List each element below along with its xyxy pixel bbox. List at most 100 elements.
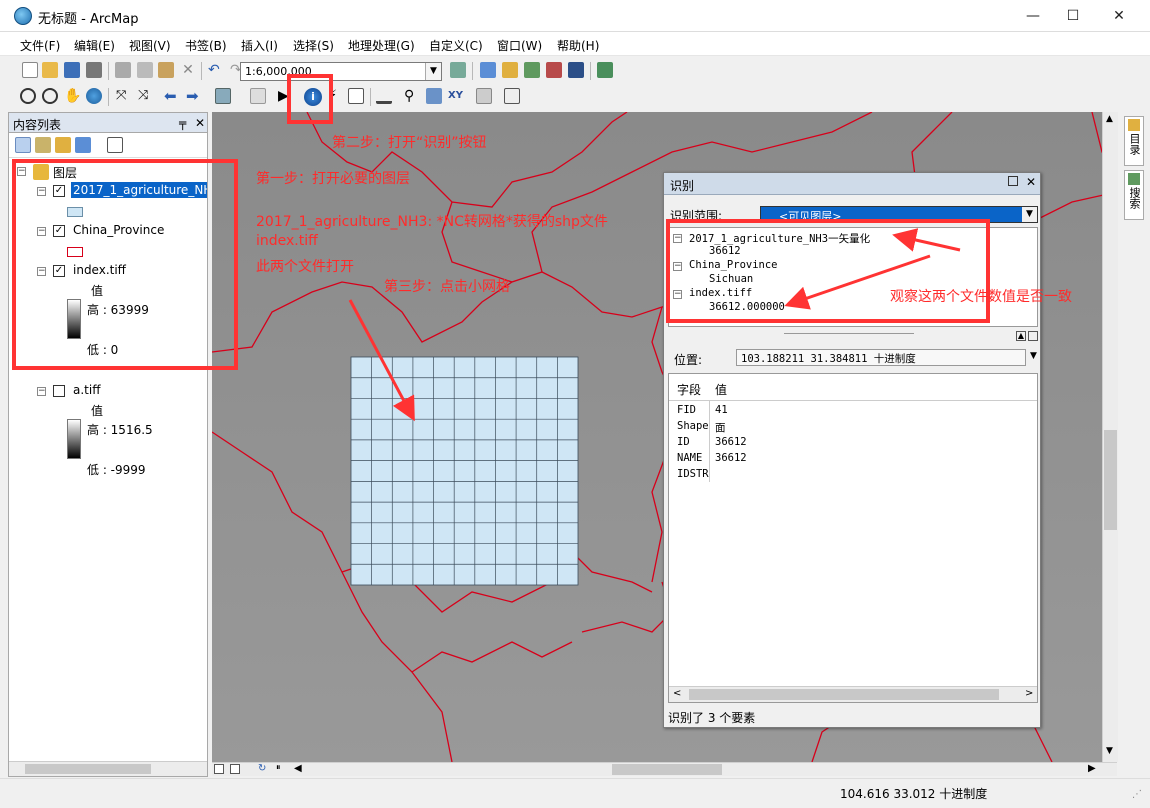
python-window-icon[interactable] [568, 62, 584, 78]
map-horizontal-scrollbar[interactable]: ↻ ⏸ ◀ ▶ [212, 762, 1117, 776]
html-popup-icon[interactable] [348, 88, 364, 104]
copy-icon[interactable] [137, 62, 153, 78]
cut-icon[interactable] [115, 62, 131, 78]
modelbuilder-icon[interactable] [597, 62, 613, 78]
resize-grip-icon[interactable]: ⋰ [1132, 789, 1142, 800]
back-arrow-icon[interactable]: ⬅ [164, 88, 180, 104]
scroll-up-icon[interactable]: ▲ [1106, 114, 1113, 124]
table-row-value[interactable]: 36612 [715, 436, 747, 448]
expand-icon[interactable]: ▲ [1016, 331, 1026, 341]
fixed-zoom-out-icon[interactable]: ⤨ [138, 88, 154, 104]
scroll-left-icon[interactable]: ◀ [294, 763, 302, 774]
scrollbar-thumb[interactable] [689, 689, 999, 700]
menu-view[interactable]: 视图(V) [129, 37, 171, 54]
splitter-handle[interactable] [784, 333, 914, 335]
menu-insert[interactable]: 插入(I) [241, 37, 278, 54]
scroll-right-icon[interactable]: ▶ [1088, 763, 1096, 774]
delete-icon[interactable]: ✕ [180, 62, 196, 78]
map-vertical-scrollbar[interactable]: ▲ ▼ [1102, 112, 1118, 762]
time-slider-icon[interactable] [476, 88, 492, 104]
pan-hand-icon[interactable]: ✋ [64, 88, 81, 104]
fixed-zoom-in-icon[interactable]: ⤧ [116, 88, 132, 104]
zoom-in-icon[interactable] [20, 88, 36, 104]
go-to-xy-icon[interactable]: XY [448, 88, 464, 104]
zoom-out-icon[interactable] [42, 88, 58, 104]
scrollbar-thumb[interactable] [1104, 430, 1117, 530]
list-by-source-icon[interactable] [35, 137, 51, 153]
location-field[interactable]: 103.188211 31.384811 十进制度 [736, 349, 1026, 366]
table-row-value[interactable]: 面 [715, 420, 726, 435]
data-view-icon[interactable] [214, 764, 224, 774]
menu-customize[interactable]: 自定义(C) [429, 37, 483, 54]
status-coordinates: 104.616 33.012 十进制度 [840, 787, 988, 801]
measure-icon[interactable] [376, 88, 392, 104]
title-bar: 无标题 - ArcMap — ☐ ✕ [0, 0, 1150, 32]
scrollbar-thumb[interactable] [612, 764, 722, 775]
window-title: 无标题 - ArcMap [38, 12, 139, 27]
note-annotation-line1: 2017_1_agriculture_NH3: *NC转网格*获得的shp文件 [256, 214, 608, 230]
save-icon[interactable] [64, 62, 80, 78]
table-row-value[interactable]: 36612 [715, 452, 747, 464]
menu-selection[interactable]: 选择(S) [293, 37, 334, 54]
print-icon[interactable] [86, 62, 102, 78]
find-route-icon[interactable] [426, 88, 442, 104]
menu-help[interactable]: 帮助(H) [557, 37, 599, 54]
select-features-icon[interactable] [215, 88, 231, 104]
layer-name[interactable]: a.tiff [73, 383, 100, 397]
map-scale-dropdown[interactable]: 1:6,000,000 ▼ [240, 62, 442, 81]
raster-ramp[interactable] [67, 419, 81, 459]
scrollbar-thumb[interactable] [25, 764, 151, 774]
collapse-icon[interactable]: − [37, 387, 46, 396]
table-row-value[interactable]: 41 [715, 404, 728, 416]
menu-window[interactable]: 窗口(W) [497, 37, 542, 54]
clear-selection-icon[interactable] [250, 88, 266, 104]
list-by-drawing-order-icon[interactable] [15, 137, 31, 153]
catalog-window-icon[interactable] [502, 62, 518, 78]
list-by-visibility-icon[interactable] [55, 137, 71, 153]
pin-icon[interactable]: ╤ [179, 116, 186, 130]
maximize-button[interactable]: ☐ [1050, 0, 1096, 32]
find-binoculars-icon[interactable]: ⚲ [404, 88, 420, 104]
layout-icon[interactable] [1028, 331, 1038, 341]
menu-file[interactable]: 文件(F) [20, 37, 60, 54]
chevron-down-icon[interactable]: ▼ [425, 63, 441, 80]
full-extent-globe-icon[interactable] [86, 88, 102, 104]
toc-horizontal-scrollbar[interactable] [9, 761, 207, 776]
arctoolbox-icon[interactable] [546, 62, 562, 78]
scroll-left-icon[interactable]: < [673, 688, 681, 699]
refresh-icon[interactable]: ↻ [258, 763, 266, 774]
menu-edit[interactable]: 编辑(E) [74, 37, 115, 54]
table-horizontal-scrollbar[interactable]: < > [669, 686, 1037, 702]
toc-window-icon[interactable] [480, 62, 496, 78]
layer-checkbox[interactable] [53, 385, 65, 397]
catalog-icon [1128, 119, 1140, 131]
toc-close-icon[interactable]: ✕ [195, 116, 205, 130]
maximize-icon[interactable] [1008, 176, 1018, 186]
location-dropdown-icon[interactable]: ▼ [1030, 351, 1037, 361]
forward-arrow-icon[interactable]: ➡ [186, 88, 202, 104]
list-by-selection-icon[interactable] [75, 137, 91, 153]
toolbar-separator [472, 62, 473, 80]
undo-icon[interactable]: ↶ [208, 62, 224, 78]
create-viewer-icon[interactable] [504, 88, 520, 104]
identify-close-icon[interactable]: ✕ [1026, 175, 1036, 189]
table-row-field: IDSTR [677, 468, 709, 480]
menu-geoprocessing[interactable]: 地理处理(G) [348, 37, 415, 54]
new-document-icon[interactable] [22, 62, 38, 78]
search-tab[interactable]: 搜索 [1124, 170, 1144, 220]
menu-bookmarks[interactable]: 书签(B) [185, 37, 227, 54]
fishnet-grid[interactable] [350, 356, 579, 586]
scroll-right-icon[interactable]: > [1025, 688, 1033, 699]
editor-toolbar-icon[interactable] [450, 62, 466, 78]
identify-title: 识别 [670, 179, 695, 193]
pause-drawing-icon[interactable]: ⏸ [276, 763, 281, 773]
open-folder-icon[interactable] [42, 62, 58, 78]
toc-options-icon[interactable] [107, 137, 123, 153]
layout-view-icon[interactable] [230, 764, 240, 774]
chevron-down-icon[interactable]: ▼ [1022, 207, 1037, 222]
paste-icon[interactable] [158, 62, 174, 78]
catalog-tab[interactable]: 目录 [1124, 116, 1144, 166]
close-button[interactable]: ✕ [1096, 0, 1142, 32]
search-window-icon[interactable] [524, 62, 540, 78]
scroll-down-icon[interactable]: ▼ [1106, 746, 1113, 756]
